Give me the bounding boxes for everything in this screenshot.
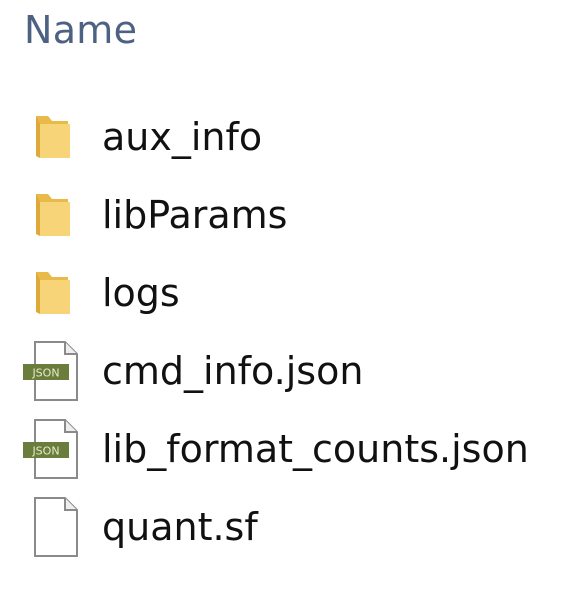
file-name: cmd_info.json <box>102 349 364 393</box>
file-name: logs <box>102 271 180 315</box>
file-name: aux_info <box>102 115 263 159</box>
file-name: quant.sf <box>102 505 258 549</box>
json-file-icon: JSON <box>20 417 84 481</box>
json-badge-text: JSON <box>31 445 59 458</box>
json-file-icon: JSON <box>20 339 84 403</box>
blank-file-icon <box>20 495 84 559</box>
json-badge-text: JSON <box>31 367 59 380</box>
folder-icon <box>20 261 84 325</box>
file-name: libParams <box>102 193 288 237</box>
list-item[interactable]: JSON lib_format_counts.json <box>0 410 570 488</box>
list-item[interactable]: aux_info <box>0 98 570 176</box>
folder-icon <box>20 105 84 169</box>
list-item[interactable]: JSON cmd_info.json <box>0 332 570 410</box>
file-explorer-pane: Name aux_info libParams logs JSON cmd_in… <box>0 0 570 606</box>
folder-icon <box>20 183 84 247</box>
name-column-header[interactable]: Name <box>24 4 137 56</box>
list-item[interactable]: logs <box>0 254 570 332</box>
list-item[interactable]: quant.sf <box>0 488 570 566</box>
file-list: aux_info libParams logs JSON cmd_info.js… <box>0 98 570 566</box>
list-item[interactable]: libParams <box>0 176 570 254</box>
file-name: lib_format_counts.json <box>102 427 529 471</box>
